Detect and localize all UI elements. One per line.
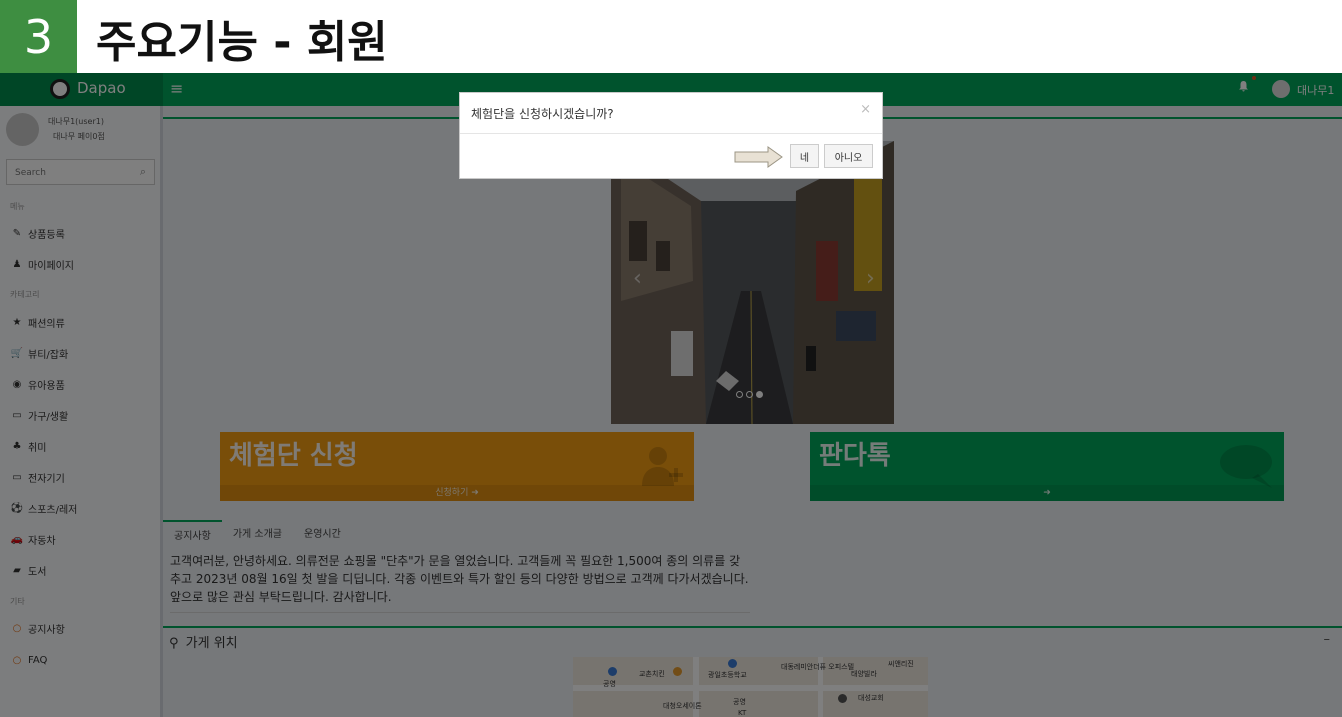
- divider: [460, 133, 882, 134]
- close-icon[interactable]: ×: [860, 102, 871, 117]
- slide-header: 3 주요기능 - 회원: [0, 0, 1342, 73]
- pointer-arrow-icon: [734, 146, 783, 168]
- slide-number: 3: [0, 0, 77, 73]
- confirm-no-button[interactable]: 아니오: [824, 144, 873, 168]
- app-window: Dapao ≡ 대나무1 대나무1(user1) 대나무 페이0점 ⌕ 메뉴 ✎…: [0, 73, 1342, 717]
- dialog-title: 체험단을 신청하시겠습니까?: [471, 107, 614, 121]
- confirm-dialog: 체험단을 신청하시겠습니까? × 네 아니오: [459, 92, 883, 179]
- slide-title: 주요기능 - 회원: [96, 17, 388, 68]
- page: 3 주요기능 - 회원 Dapao ≡ 대나무1 대나무1(user1) 대나무…: [0, 0, 1342, 717]
- confirm-yes-button[interactable]: 네: [790, 144, 819, 168]
